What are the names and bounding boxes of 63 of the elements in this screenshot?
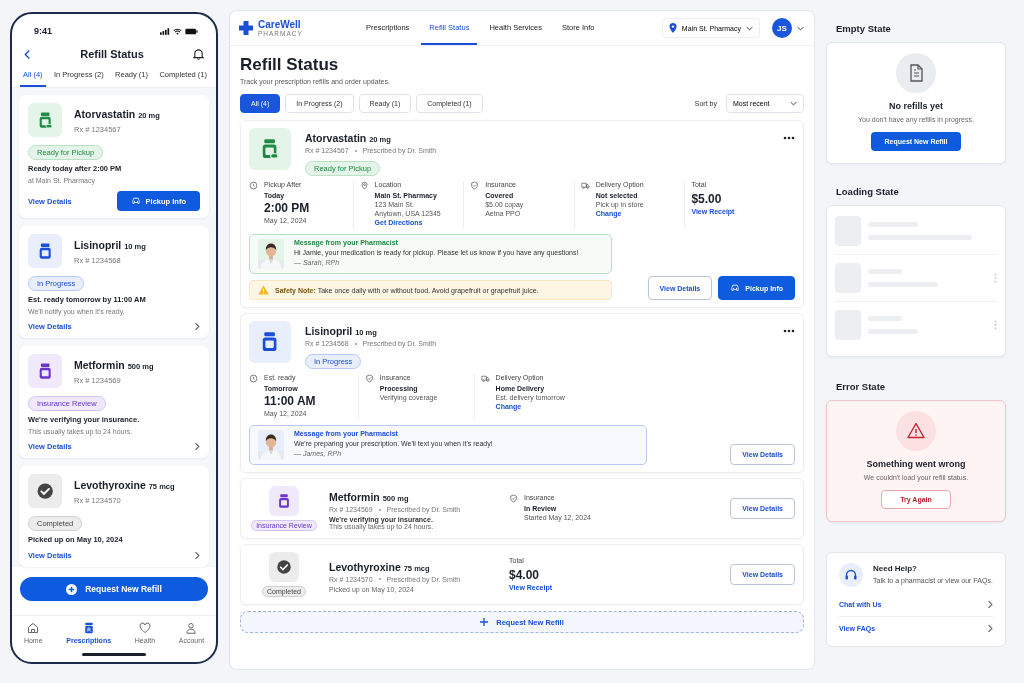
chevron-icon	[987, 624, 993, 633]
help-title: Need Help?	[873, 564, 918, 573]
pill-bottle-icon	[28, 234, 62, 268]
chevron-icon	[194, 442, 200, 451]
pin-icon	[668, 23, 677, 33]
brand-name: CareWell	[258, 19, 302, 30]
price-value: $4.00	[509, 567, 541, 582]
chevron-icon	[194, 322, 200, 331]
section-heading: Error State	[836, 381, 887, 392]
battery-icon	[185, 27, 198, 35]
more-icon[interactable]	[783, 329, 795, 333]
more-icon	[994, 273, 997, 283]
check-icon	[269, 552, 299, 582]
plus-icon	[66, 583, 78, 595]
clock-icon	[249, 181, 258, 190]
time-value: 2:00 PM	[264, 201, 310, 215]
prescription-icon	[82, 622, 95, 634]
signal-icon	[160, 27, 170, 35]
truck-icon	[480, 374, 490, 383]
wifi-icon	[173, 27, 182, 35]
section-heading: Loading State	[836, 186, 900, 197]
status-time: 9:41	[34, 26, 52, 36]
empty-title: No refills yet	[889, 101, 943, 111]
request-refill-button[interactable]: Request New Refill	[20, 577, 208, 601]
more-icon	[994, 320, 997, 330]
check-icon	[28, 474, 62, 508]
truck-icon	[580, 181, 590, 190]
more-icon[interactable]	[783, 136, 795, 140]
caret-icon	[790, 101, 797, 106]
screen-title: Refill Status	[80, 48, 144, 60]
pill-bottle-icon	[249, 128, 291, 170]
home-indicator	[82, 653, 146, 656]
caret-icon	[797, 25, 804, 31]
headset-icon	[844, 568, 858, 582]
person-icon	[185, 622, 198, 634]
pill-bottle-icon	[269, 486, 299, 516]
shield-icon	[364, 374, 374, 383]
page-title: Refill Status	[240, 55, 340, 75]
plus-icon	[480, 618, 489, 626]
pill-bottle-icon	[28, 354, 62, 388]
chevron-icon	[194, 551, 200, 560]
user-avatar[interactable]: JS	[772, 18, 792, 38]
shield-icon	[470, 181, 480, 190]
chevron-icon	[987, 600, 993, 609]
cross-logo-icon	[238, 20, 254, 36]
caret-icon	[746, 25, 753, 31]
car-icon	[130, 196, 141, 206]
pin-icon	[359, 181, 369, 190]
price-value: $5.00	[691, 192, 723, 206]
warning-icon	[258, 285, 269, 295]
heart-icon	[138, 622, 151, 634]
warning-icon	[906, 421, 926, 441]
car-icon	[730, 283, 741, 293]
home-icon	[27, 622, 40, 634]
shield-icon	[509, 494, 518, 503]
pill-bottle-icon	[28, 103, 62, 137]
bell-icon[interactable]	[193, 48, 204, 60]
error-title: Something went wrong	[866, 459, 966, 469]
back-icon[interactable]	[24, 48, 31, 60]
section-heading: Empty State	[836, 23, 892, 34]
time-value: 11:00 AM	[264, 394, 316, 408]
pill-bottle-icon	[249, 321, 291, 363]
clock-icon	[249, 374, 258, 383]
